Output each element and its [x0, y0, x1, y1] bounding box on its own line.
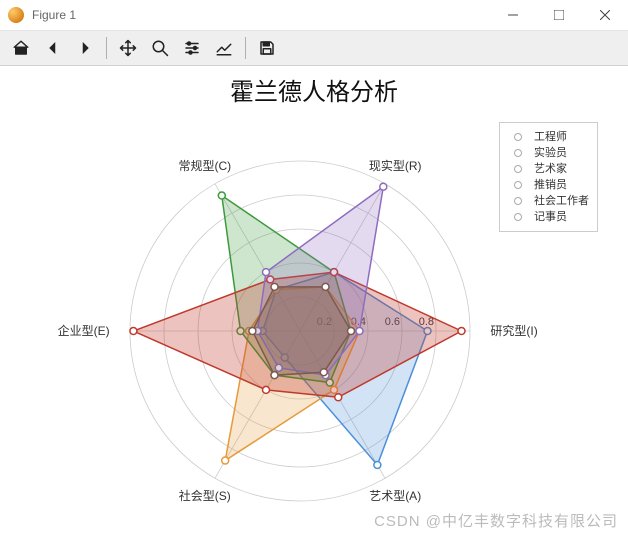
axis-label: 常规型(C) — [178, 158, 231, 173]
edit-axes-icon[interactable] — [209, 33, 239, 63]
series-marker — [356, 328, 363, 335]
series-marker — [271, 372, 278, 379]
legend-label: 推销员 — [534, 177, 567, 193]
series-marker — [348, 328, 355, 335]
series-marker — [263, 269, 270, 276]
legend-label: 实验员 — [534, 145, 567, 161]
toolbar-separator — [245, 37, 246, 59]
forward-icon[interactable] — [70, 33, 100, 63]
app-icon — [8, 7, 24, 23]
plot-area: 霍兰德人格分析 研究型(I)艺术型(A)社会型(S)企业型(E)常规型(C)现实… — [0, 66, 628, 535]
legend-item: 工程师 — [508, 129, 589, 145]
legend-item: 艺术家 — [508, 161, 589, 177]
legend-marker-icon — [508, 133, 528, 141]
series-marker — [218, 192, 225, 199]
series-marker — [335, 394, 342, 401]
legend-marker-icon — [508, 213, 528, 221]
axis-label: 研究型(I) — [490, 323, 537, 338]
axis-label: 现实型(R) — [369, 158, 422, 173]
series-marker — [374, 461, 381, 468]
series-marker — [263, 386, 270, 393]
series-marker — [249, 328, 256, 335]
series-marker — [222, 457, 229, 464]
configure-subplots-icon[interactable] — [177, 33, 207, 63]
zoom-icon[interactable] — [145, 33, 175, 63]
legend-label: 艺术家 — [534, 161, 567, 177]
save-icon[interactable] — [252, 33, 282, 63]
legend-item: 社会工作者 — [508, 193, 589, 209]
series-marker — [271, 283, 278, 290]
legend-label: 记事员 — [534, 209, 567, 225]
axis-label: 企业型(E) — [58, 323, 110, 338]
pan-icon[interactable] — [113, 33, 143, 63]
legend-item: 实验员 — [508, 145, 589, 161]
series-marker — [458, 328, 465, 335]
axis-label: 社会型(S) — [179, 488, 231, 503]
series-marker — [322, 283, 329, 290]
home-icon[interactable] — [6, 33, 36, 63]
maximize-button[interactable] — [536, 0, 582, 30]
matplotlib-toolbar — [0, 31, 628, 66]
window-title: Figure 1 — [32, 8, 490, 22]
back-icon[interactable] — [38, 33, 68, 63]
legend-item: 记事员 — [508, 209, 589, 225]
series-marker — [320, 369, 327, 376]
legend-marker-icon — [508, 149, 528, 157]
window-titlebar: Figure 1 — [0, 0, 628, 31]
legend-label: 工程师 — [534, 129, 567, 145]
legend: 工程师实验员艺术家推销员社会工作者记事员 — [499, 122, 598, 232]
axis-label: 艺术型(A) — [369, 489, 421, 503]
toolbar-separator — [106, 37, 107, 59]
legend-marker-icon — [508, 181, 528, 189]
minimize-button[interactable] — [490, 0, 536, 30]
legend-label: 社会工作者 — [534, 193, 589, 209]
close-button[interactable] — [582, 0, 628, 30]
legend-marker-icon — [508, 165, 528, 173]
legend-item: 推销员 — [508, 177, 589, 193]
series-marker — [380, 183, 387, 190]
legend-marker-icon — [508, 197, 528, 205]
series-marker — [130, 328, 137, 335]
